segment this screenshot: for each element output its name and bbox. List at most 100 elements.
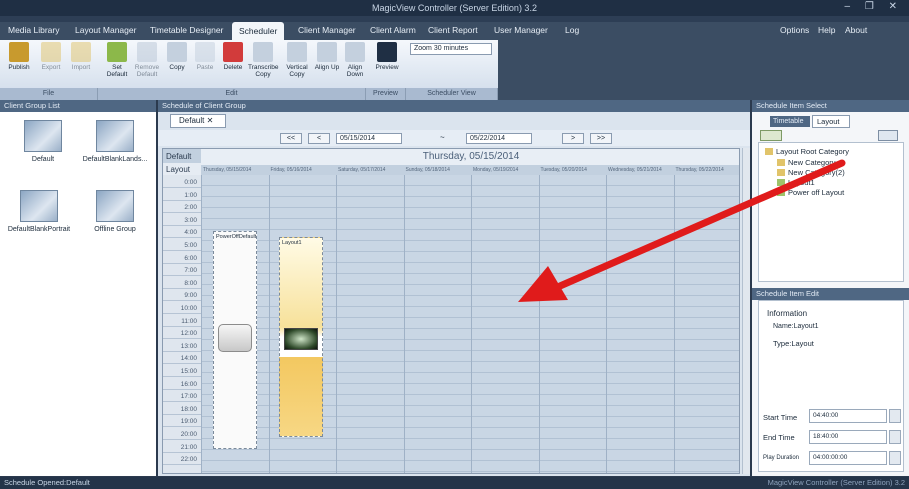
layout-tree: Layout Root Category New Category New Ca…	[758, 142, 904, 282]
time-row-label: 0:00	[163, 177, 201, 188]
align-up-label: Align Up	[314, 64, 340, 71]
first-week-button[interactable]: <<	[280, 133, 302, 144]
day-column-header: Wednesday, 05/21/2014	[608, 167, 662, 173]
import-button[interactable]: Import	[66, 42, 96, 86]
menu-scheduler[interactable]: Scheduler	[232, 22, 285, 40]
align-up-button[interactable]: Align Up	[312, 42, 342, 86]
prev-week-button[interactable]: <	[308, 133, 330, 144]
tab-layout[interactable]: Layout	[812, 115, 850, 128]
day-column-header: Monday, 05/19/2014	[473, 167, 519, 173]
copy-button[interactable]: Copy	[162, 42, 192, 86]
schedule-title: Schedule of Client Group	[158, 100, 750, 112]
play-duration-spinner[interactable]	[889, 451, 901, 465]
last-week-button[interactable]: >>	[590, 133, 612, 144]
refresh-icon[interactable]	[760, 130, 782, 141]
publish-button[interactable]: Publish	[4, 42, 34, 86]
tree-root-category[interactable]: Layout Root Category	[765, 147, 849, 156]
tree-layout1[interactable]: Layout1	[777, 178, 815, 187]
export-button[interactable]: Export	[36, 42, 66, 86]
time-column: 0:00 1:00 2:00 3:00 4:00 5:00 6:00 7:00 8:00 9:00…	[163, 175, 201, 473]
tree-power-off-layout[interactable]: Power off Layout	[777, 188, 844, 197]
tree-new-category-2-label: New Category(2)	[788, 168, 845, 177]
paste-label: Paste	[196, 64, 214, 71]
time-row-label: 16:00	[163, 379, 201, 390]
day-column[interactable]	[403, 175, 471, 473]
start-time-field[interactable]: 04:40:00	[809, 409, 887, 423]
start-date-field[interactable]: 05/15/2014	[336, 133, 402, 144]
preview-button[interactable]: Preview	[372, 42, 402, 86]
vertical-copy-button[interactable]: Vertical Copy	[282, 42, 312, 86]
group-blank-landscape[interactable]: DefaultBlankLands...	[80, 120, 150, 163]
ribbon-empty-area	[498, 40, 909, 100]
group-default[interactable]: Default	[8, 120, 78, 163]
layout1-schedule-block[interactable]: Layout1	[279, 237, 323, 437]
window-controls[interactable]: – ❐ ✕	[845, 1, 903, 12]
start-time-spinner[interactable]	[889, 409, 901, 423]
zoom-select[interactable]: Zoom 30 minutes	[410, 43, 492, 55]
group-blank-portrait[interactable]: DefaultBlankPortrait	[4, 190, 74, 233]
menu-log[interactable]: Log	[565, 25, 579, 35]
remove-default-button[interactable]: Remove Default	[132, 42, 162, 86]
menu-client-manager[interactable]: Client Manager	[298, 25, 356, 35]
day-column[interactable]	[538, 175, 606, 473]
transcribe-copy-button[interactable]: Transcribe Copy	[248, 42, 278, 86]
tree-new-category-2[interactable]: New Category(2)	[777, 168, 845, 177]
day-column-header: Friday, 05/16/2014	[270, 167, 312, 173]
time-row-label: 13:00	[163, 341, 201, 352]
menu-options[interactable]: Options	[780, 25, 809, 35]
status-app-name: MagicView Controller (Server Edition) 3.…	[767, 478, 905, 487]
day-column[interactable]	[336, 175, 404, 473]
menu-help[interactable]: Help	[818, 25, 835, 35]
menu-user-manager[interactable]: User Manager	[494, 25, 548, 35]
item-edit-panel: Information Name:Layout1 Type:Layout Sta…	[758, 300, 904, 472]
transcribe-copy-label: Transcribe Copy	[248, 64, 279, 78]
layout-icon	[777, 189, 785, 196]
align-down-button[interactable]: Align Down	[340, 42, 370, 86]
day-column-header: Thursday, 05/15/2014	[203, 167, 252, 173]
menu-timetable-designer[interactable]: Timetable Designer	[150, 25, 223, 35]
time-row-label: 7:00	[163, 265, 201, 277]
item-name: Name:Layout1	[773, 323, 819, 330]
menu-layout-manager[interactable]: Layout Manager	[75, 25, 136, 35]
menu-media-library[interactable]: Media Library	[8, 25, 60, 35]
time-row-label: 14:00	[163, 353, 201, 365]
close-icon[interactable]: ✕	[207, 116, 214, 125]
group-blank-portrait-label: DefaultBlankPortrait	[7, 226, 71, 233]
time-row-label: 20:00	[163, 429, 201, 440]
group-offline[interactable]: Offline Group	[80, 190, 150, 233]
paste-button[interactable]: Paste	[190, 42, 220, 86]
filter-icon[interactable]	[878, 130, 898, 141]
play-duration-field[interactable]: 04:00:00:00	[809, 451, 887, 465]
publish-label: Publish	[8, 64, 30, 71]
monitor-group-icon	[96, 120, 134, 152]
preview-label: Preview	[375, 64, 399, 71]
tab-timetable[interactable]: Timetable	[770, 116, 810, 127]
schedule-item-edit-title: Schedule Item Edit	[752, 288, 909, 300]
end-time-spinner[interactable]	[889, 430, 901, 444]
day-column[interactable]	[606, 175, 674, 473]
end-time-field[interactable]: 18:40:00	[809, 430, 887, 444]
day-column[interactable]	[471, 175, 539, 473]
menu-about[interactable]: About	[845, 25, 867, 35]
time-row-label: 15:00	[163, 366, 201, 377]
group-offline-label: Offline Group	[94, 226, 136, 233]
poweroff-block-label: PowerOffDefault	[216, 234, 257, 240]
copy-label: Copy	[169, 64, 185, 71]
play-duration-label: Play Duration	[763, 455, 800, 461]
monitor-group-icon	[20, 190, 58, 222]
status-text: Schedule Opened:Default	[4, 478, 90, 487]
tree-new-category[interactable]: New Category	[777, 158, 836, 167]
delete-button[interactable]: Delete	[218, 42, 248, 86]
time-row-label: 22:00	[163, 454, 201, 466]
menu-client-report[interactable]: Client Report	[428, 25, 478, 35]
menu-client-alarm[interactable]: Client Alarm	[370, 25, 416, 35]
check-icon	[107, 42, 127, 62]
copy-icon	[167, 42, 187, 62]
schedule-scrollbar[interactable]	[742, 148, 750, 474]
set-default-button[interactable]: Set Default	[102, 42, 132, 86]
day-column[interactable]	[673, 175, 739, 473]
tab-default[interactable]: Default ✕	[170, 114, 226, 128]
next-week-button[interactable]: >	[562, 133, 584, 144]
end-date-field[interactable]: 05/22/2014	[466, 133, 532, 144]
poweroff-schedule-block[interactable]: PowerOffDefault	[213, 231, 257, 449]
